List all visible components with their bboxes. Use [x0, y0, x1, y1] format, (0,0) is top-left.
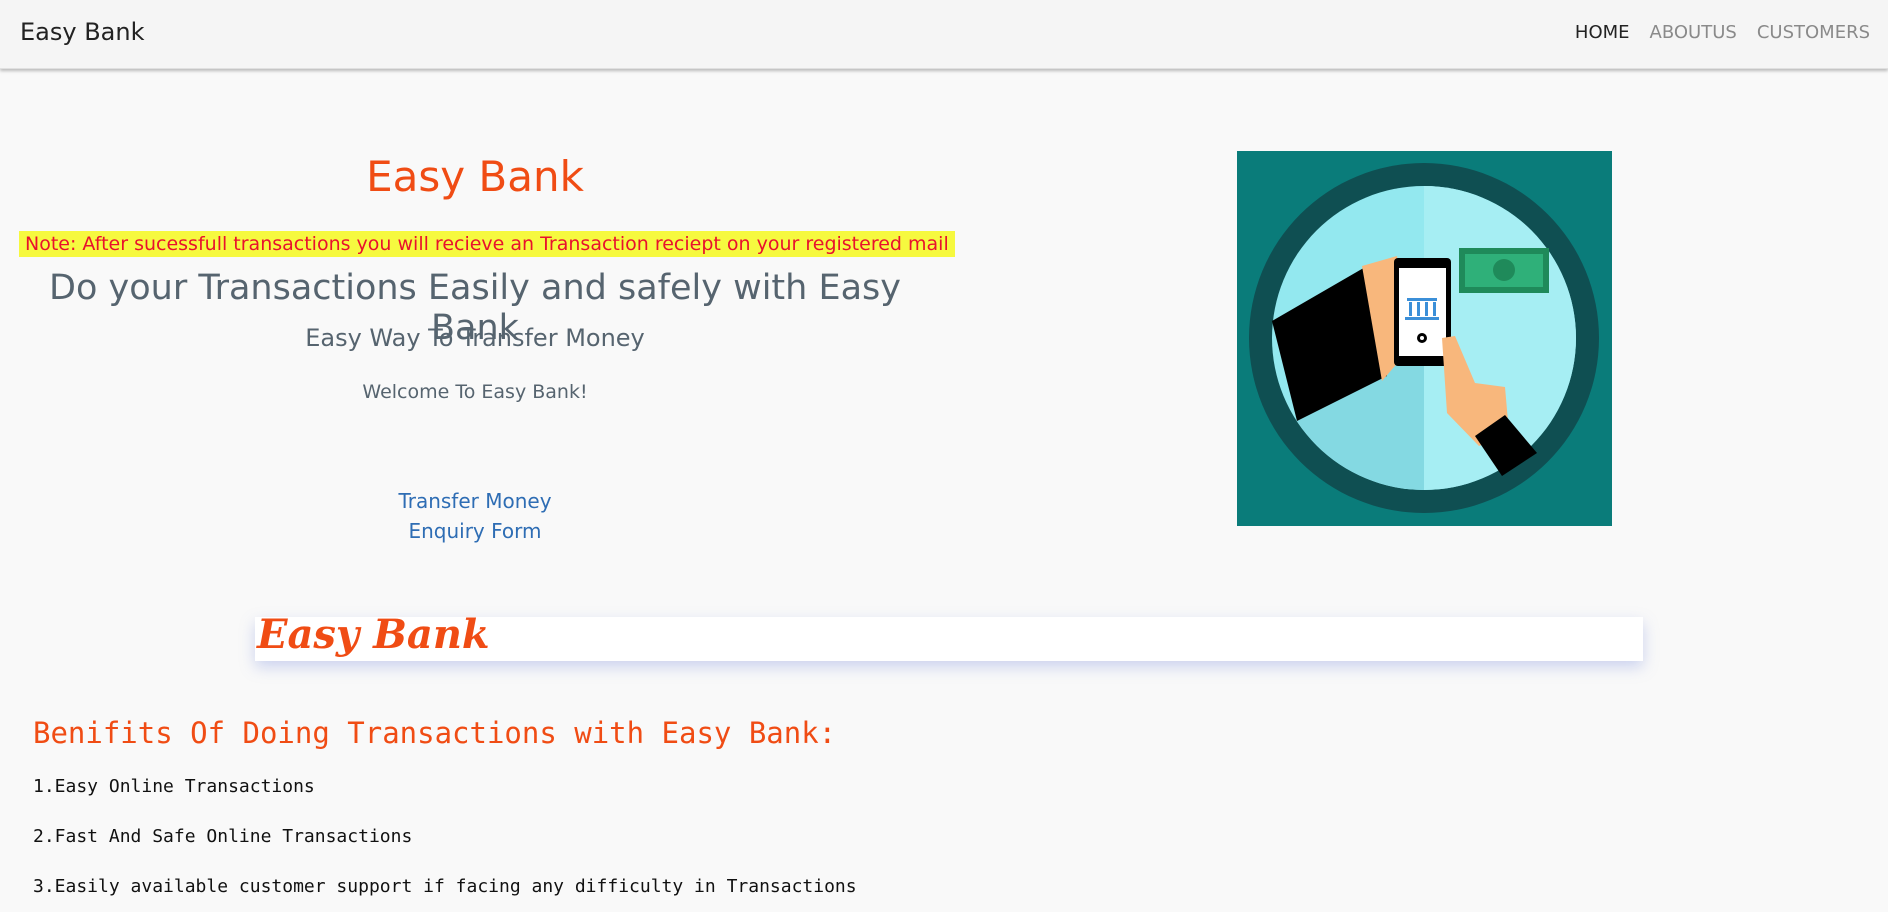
nav-links: HOME ABOUTUS CUSTOMERS [1575, 22, 1870, 43]
transfer-money-link[interactable]: Transfer Money [0, 489, 950, 513]
hero-title: Easy Bank [366, 152, 584, 201]
banner: Easy Bank [255, 611, 1643, 661]
navbar: Easy Bank HOME ABOUTUS CUSTOMERS [0, 0, 1888, 69]
benefits-title: Benifits Of Doing Transactions with Easy… [33, 716, 837, 750]
mobile-banking-illustration [1237, 151, 1612, 526]
nav-home-link[interactable]: HOME [1575, 22, 1630, 43]
hero-subtitle: Easy Way To Transfer Money [305, 324, 645, 352]
nav-customers-link[interactable]: CUSTOMERS [1757, 22, 1870, 43]
benefit-item: 3.Easily available customer support if f… [33, 876, 857, 897]
nav-aboutus-link[interactable]: ABOUTUS [1650, 22, 1737, 43]
transaction-note: Note: After sucessfull transactions you … [19, 231, 955, 257]
banner-text: Easy Bank [257, 611, 490, 658]
welcome-text: Welcome To Easy Bank! [362, 381, 588, 403]
navbar-brand[interactable]: Easy Bank [20, 18, 145, 46]
benefit-item: 1.Easy Online Transactions [33, 776, 315, 797]
benefit-item: 2.Fast And Safe Online Transactions [33, 826, 413, 847]
enquiry-form-link[interactable]: Enquiry Form [0, 519, 950, 543]
